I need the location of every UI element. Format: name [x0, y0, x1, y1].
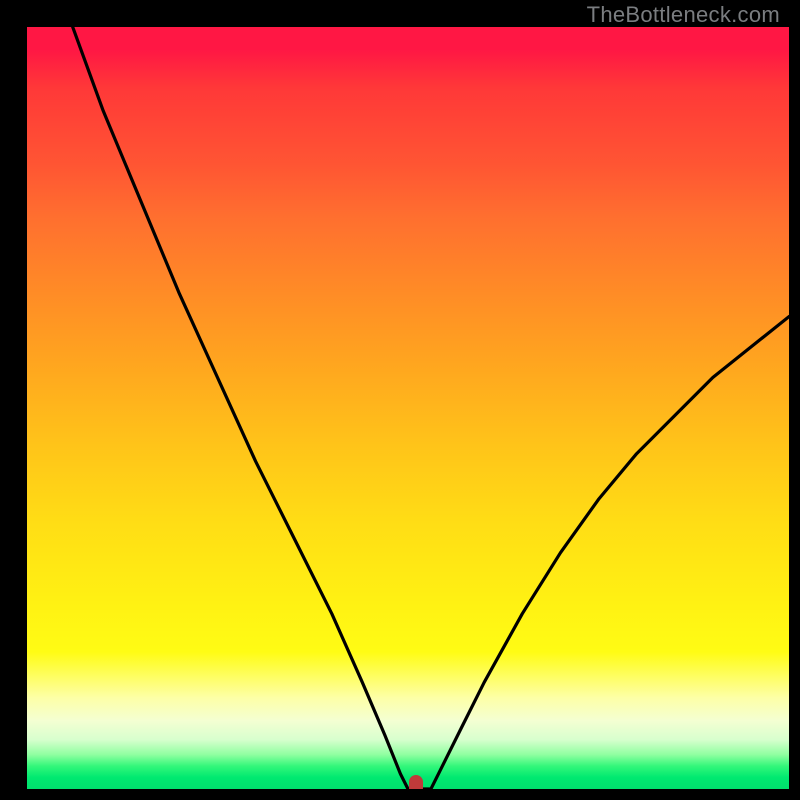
bottleneck-curve-path — [73, 27, 789, 789]
chart-frame — [8, 8, 792, 792]
watermark-label: TheBottleneck.com — [587, 2, 780, 28]
optimal-point-marker-icon — [409, 775, 423, 789]
plot-area — [27, 27, 789, 789]
bottleneck-curve-svg — [27, 27, 789, 789]
